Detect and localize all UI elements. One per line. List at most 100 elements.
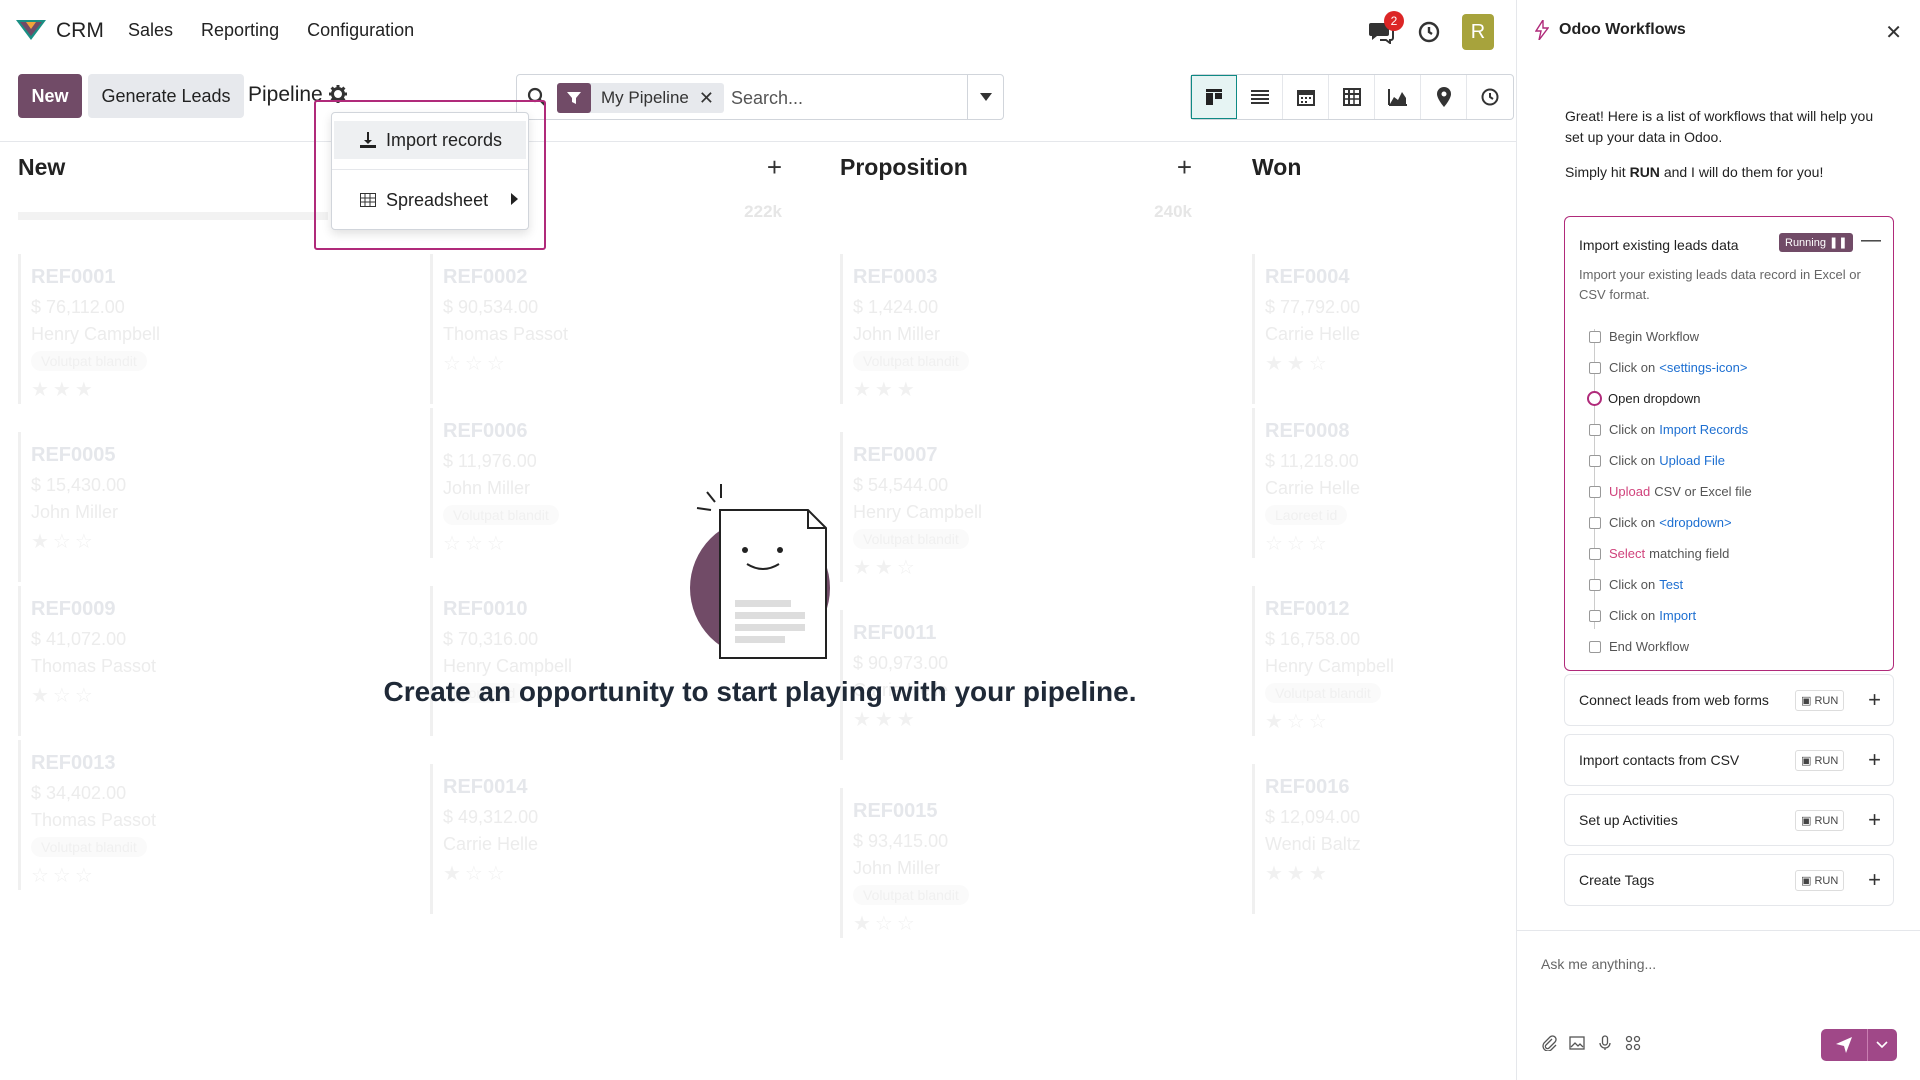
paperclip-icon[interactable] — [1541, 1035, 1557, 1051]
search-icon[interactable] — [527, 87, 547, 107]
kanban-card[interactable]: REF0016 $ 12,094.00 Wendi Baltz ★★★ — [1252, 764, 1516, 914]
step-link[interactable]: Test — [1659, 577, 1683, 592]
kanban-card[interactable]: REF0009 $ 41,072.00 Thomas Passot ★☆☆ — [18, 586, 390, 736]
panel-header: Odoo Workflows — [1535, 20, 1686, 40]
top-navbar: CRM Sales Reporting Configuration 2 R — [0, 0, 1516, 62]
menu-sales[interactable]: Sales — [128, 20, 173, 41]
map-view-button[interactable] — [1421, 75, 1467, 119]
kanban-card[interactable]: REF0003 $ 1,424.00 John Miller Volutpat bla… — [840, 254, 1212, 404]
active-workflow-card: Import existing leads data Running ❚❚ — … — [1564, 216, 1894, 671]
spreadsheet-label: Spreadsheet — [386, 189, 489, 210]
crm-app: CRM Sales Reporting Configuration 2 R Ne… — [0, 0, 1516, 1080]
panel-instructions: Simply hit RUN and I will do them for yo… — [1565, 164, 1895, 180]
card-customer: Henry Campbell — [31, 324, 161, 344]
microphone-icon[interactable] — [1597, 1035, 1613, 1051]
run-button[interactable]: ▣ RUN — [1795, 749, 1845, 771]
activity-button[interactable] — [1414, 17, 1444, 47]
priority-stars: ★★☆ — [1265, 353, 1331, 375]
kanban-card[interactable]: REF0007 $ 54,544.00 Henry Campbell Volutpat… — [840, 432, 1212, 582]
panel-title: Odoo Workflows — [1559, 21, 1686, 38]
expand-plus-icon[interactable]: + — [1868, 867, 1881, 893]
chevron-down-icon[interactable] — [1876, 1041, 1888, 1049]
search-options-toggle[interactable] — [967, 75, 1003, 119]
notification-badge: 2 — [1384, 11, 1404, 31]
kanban-view-button[interactable] — [1191, 75, 1237, 119]
workflow-item[interactable]: Import contacts from CSV ▣ RUN + — [1564, 734, 1894, 786]
workflow-steps: Begin Workflow Click on <settings-icon> Ope… — [1587, 321, 1879, 662]
menu-reporting[interactable]: Reporting — [201, 20, 279, 41]
step-text: Click on — [1609, 608, 1656, 623]
step-action: Select — [1609, 546, 1646, 561]
workflow-title: Create Tags — [1579, 872, 1655, 888]
step-link[interactable]: <dropdown> — [1659, 515, 1731, 530]
caret-right-icon — [511, 193, 518, 205]
workflow-item[interactable]: Set up Activities ▣ RUN + — [1564, 794, 1894, 846]
run-button[interactable]: ▣ RUN — [1795, 809, 1845, 831]
run-button[interactable]: ▣ RUN — [1795, 689, 1845, 711]
settings-gear-icon[interactable] — [328, 84, 348, 104]
apps-grid-icon[interactable] — [1625, 1035, 1641, 1051]
priority-stars: ★☆☆ — [853, 913, 919, 935]
run-button[interactable]: ▣ RUN — [1795, 869, 1845, 891]
card-amount: $ 16,758.00 — [1265, 629, 1361, 649]
messaging-button[interactable]: 2 — [1366, 11, 1404, 47]
remove-facet-icon[interactable]: ✕ — [699, 88, 724, 109]
kanban-card[interactable]: REF0015 $ 93,415.00 John Miller Volutpat bl… — [840, 788, 1212, 938]
card-ref: REF0004 — [1265, 266, 1350, 288]
generate-leads-button[interactable]: Generate Leads — [88, 74, 244, 118]
workflow-item[interactable]: Connect leads from web forms ▣ RUN + — [1564, 674, 1894, 726]
step-link[interactable]: Import — [1659, 608, 1696, 623]
pivot-view-button[interactable] — [1329, 75, 1375, 119]
search-input[interactable]: Search... — [731, 88, 803, 109]
add-card-plus-icon[interactable]: + — [1177, 152, 1192, 183]
kanban-card[interactable]: REF0013 $ 34,402.00 Thomas Passot Volutpat … — [18, 740, 390, 890]
card-ref: REF0003 — [853, 266, 938, 288]
card-tag: Volutpat blandit — [31, 837, 147, 857]
expand-plus-icon[interactable]: + — [1868, 687, 1881, 713]
step-link[interactable]: Import Records — [1659, 422, 1748, 437]
send-button[interactable] — [1821, 1029, 1897, 1061]
expand-plus-icon[interactable]: + — [1868, 807, 1881, 833]
card-amount: $ 90,534.00 — [443, 297, 539, 317]
crm-logo-icon[interactable] — [14, 16, 48, 42]
kanban-card[interactable]: REF0005 $ 15,430.00 John Miller ★☆☆ — [18, 432, 390, 582]
close-icon[interactable]: ✕ — [1885, 20, 1902, 45]
menu-configuration[interactable]: Configuration — [307, 20, 414, 41]
step-action: Upload — [1609, 484, 1651, 499]
kanban-card[interactable]: REF0012 $ 16,758.00 Henry Campbell Volutpat… — [1252, 586, 1516, 736]
add-card-plus-icon[interactable]: + — [767, 152, 782, 183]
kanban-card[interactable]: REF0014 $ 49,312.00 Carrie Helle ★☆☆ — [430, 764, 802, 914]
user-avatar[interactable]: R — [1462, 14, 1494, 50]
table-icon — [360, 193, 376, 207]
kanban-card[interactable]: REF0008 $ 11,218.00 Carrie Helle Laoreet id… — [1252, 408, 1516, 558]
chat-input[interactable]: Ask me anything... — [1541, 956, 1656, 972]
activity-view-button[interactable] — [1467, 75, 1513, 119]
workflows-panel: Odoo Workflows ✕ Great! Here is a list o… — [1516, 0, 1920, 1080]
filter-facet: My Pipeline ✕ — [557, 83, 724, 113]
card-amount: $ 93,415.00 — [853, 831, 949, 851]
card-customer: Carrie Helle — [1265, 324, 1361, 344]
step-link[interactable]: Upload File — [1659, 453, 1725, 468]
card-amount: $ 77,792.00 — [1265, 297, 1361, 317]
workflow-item[interactable]: Create Tags ▣ RUN + — [1564, 854, 1894, 906]
workflow-step: Click on Upload File — [1589, 445, 1879, 476]
kanban-card[interactable]: REF0002 $ 90,534.00 Thomas Passot ☆☆☆ — [430, 254, 802, 404]
card-customer: Henry Campbell — [853, 502, 983, 522]
calendar-view-button[interactable] — [1283, 75, 1329, 119]
card-customer: Thomas Passot — [31, 810, 157, 830]
app-name[interactable]: CRM — [56, 19, 104, 43]
import-records-menu-item[interactable]: Import records — [334, 121, 526, 159]
step-text: Click on — [1609, 453, 1656, 468]
spreadsheet-menu-item[interactable]: Spreadsheet — [334, 181, 526, 219]
kanban-card[interactable]: REF0004 $ 77,792.00 Carrie Helle ★★☆ — [1252, 254, 1516, 404]
step-link[interactable]: <settings-icon> — [1659, 360, 1747, 375]
workflow-step: Click on Test — [1589, 569, 1879, 600]
list-view-button[interactable] — [1237, 75, 1283, 119]
image-icon[interactable] — [1569, 1035, 1585, 1051]
running-status-badge[interactable]: Running ❚❚ — [1779, 233, 1854, 252]
new-button[interactable]: New — [18, 74, 82, 118]
expand-plus-icon[interactable]: + — [1868, 747, 1881, 773]
graph-view-button[interactable] — [1375, 75, 1421, 119]
kanban-card[interactable]: REF0001 $ 76,112.00 Henry Campbell Volutpat… — [18, 254, 390, 404]
collapse-icon[interactable]: — — [1861, 229, 1881, 252]
